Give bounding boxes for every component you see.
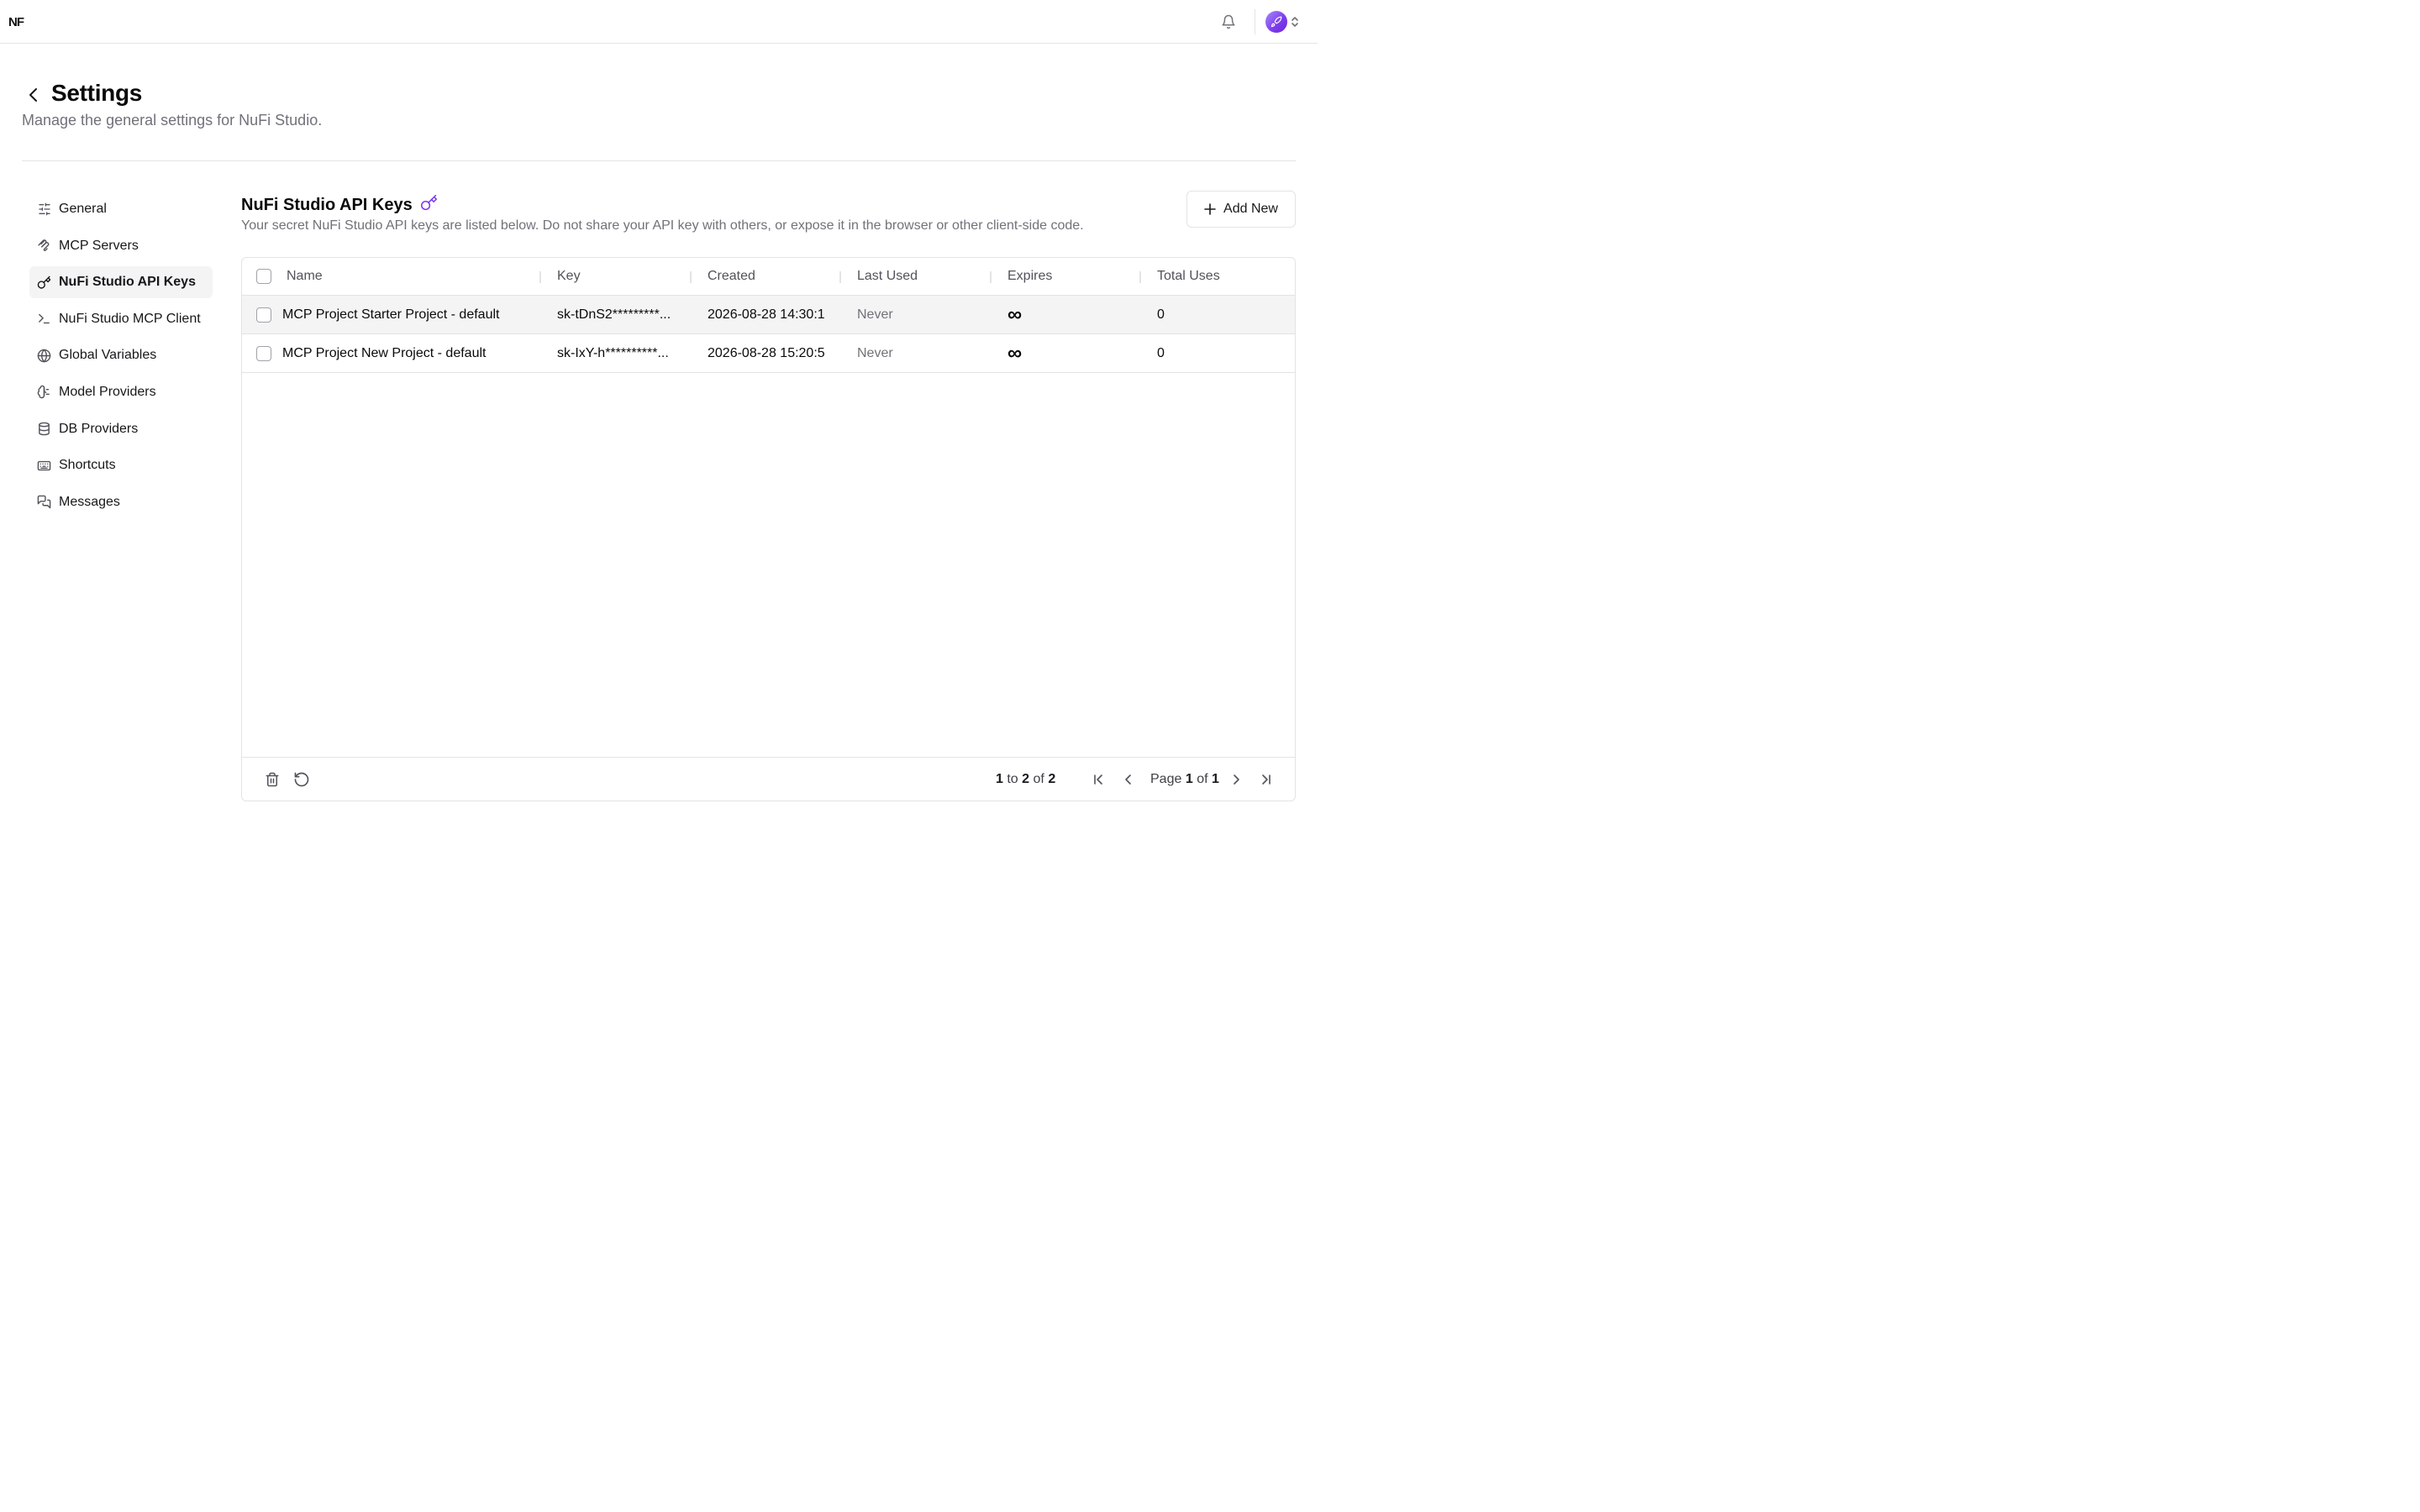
column-resize-handle[interactable] (1139, 271, 1141, 283)
refresh-icon[interactable] (292, 769, 312, 790)
sidebar-item-label: NuFi Studio API Keys (59, 275, 196, 290)
key-expires: ∞ (1007, 341, 1023, 365)
sidebar-item-db-providers[interactable]: DB Providers (29, 413, 213, 445)
column-resize-handle[interactable] (690, 271, 692, 283)
range-of-word: of (1033, 772, 1044, 786)
sidebar-item-messages[interactable]: Messages (29, 486, 213, 518)
sidebar-item-label: General (59, 202, 107, 216)
column-header-total-uses[interactable]: Total Uses (1157, 258, 1220, 295)
avatar (1265, 11, 1287, 33)
database-icon (37, 422, 51, 436)
previous-page-icon[interactable] (1118, 769, 1139, 790)
select-all-cell (256, 258, 271, 295)
sidebar-item-general[interactable]: General (29, 193, 213, 225)
brain-icon (37, 385, 51, 399)
row-checkbox[interactable] (256, 307, 271, 323)
sidebar-item-label: DB Providers (59, 421, 139, 436)
section-description: Your secret NuFi Studio API keys are lis… (241, 218, 1084, 233)
key-expires: ∞ (1007, 302, 1023, 326)
key-last-used: Never (857, 345, 893, 360)
settings-sidebar: General MCP Servers NuFi Studio API Keys… (29, 193, 213, 522)
page-current: 1 (1185, 772, 1193, 786)
column-header-last-used[interactable]: Last Used (857, 258, 918, 295)
range-to: 2 (1022, 772, 1030, 786)
last-page-icon[interactable] (1255, 769, 1276, 790)
sidebar-item-api-keys[interactable]: NuFi Studio API Keys (29, 266, 213, 299)
key-value: sk-IxY-h**********... (557, 345, 669, 360)
header-divider (22, 160, 1296, 161)
page-of-word: of (1197, 772, 1208, 786)
key-value: sk-tDnS2*********... (557, 307, 671, 322)
column-resize-handle[interactable] (839, 271, 841, 283)
trash-icon[interactable] (262, 769, 282, 790)
sidebar-item-label: NuFi Studio MCP Client (59, 311, 201, 326)
add-new-label: Add New (1223, 202, 1278, 216)
sidebar-item-label: Global Variables (59, 348, 157, 363)
sidebar-item-mcp-client[interactable]: NuFi Studio MCP Client (29, 303, 213, 335)
key-icon (37, 276, 51, 290)
keyboard-icon (37, 459, 51, 473)
column-header-created[interactable]: Created (708, 258, 755, 295)
sidebar-item-label: MCP Servers (59, 238, 139, 253)
first-page-icon[interactable] (1089, 769, 1109, 790)
page-title: Settings (51, 80, 143, 106)
back-button[interactable] (24, 84, 44, 106)
sidebar-item-label: Model Providers (59, 384, 156, 399)
user-menu[interactable] (1265, 10, 1307, 34)
table-row[interactable]: MCP Project Starter Project - default sk… (242, 296, 1295, 334)
mcp-icon (37, 239, 51, 253)
plus-icon (1204, 203, 1216, 215)
top-bar: NF (0, 0, 1318, 44)
select-all-checkbox[interactable] (256, 269, 271, 284)
chevrons-up-down-icon (1292, 17, 1298, 27)
sidebar-item-global-variables[interactable]: Global Variables (29, 339, 213, 371)
column-resize-handle[interactable] (539, 271, 541, 283)
column-header-key[interactable]: Key (557, 258, 581, 295)
row-select-cell (256, 296, 271, 333)
range-from: 1 (996, 772, 1003, 786)
page-word: Page (1150, 772, 1182, 786)
messages-icon (37, 495, 51, 509)
key-icon (420, 194, 438, 217)
chevron-left-icon (29, 88, 37, 102)
key-total-uses: 0 (1157, 307, 1165, 322)
key-total-uses: 0 (1157, 345, 1165, 360)
table-header: Name Key Created Last Used Expires Total… (242, 258, 1295, 296)
page-total: 1 (1211, 772, 1219, 786)
api-keys-table: Name Key Created Last Used Expires Total… (241, 257, 1296, 801)
sidebar-item-mcp-servers[interactable]: MCP Servers (29, 230, 213, 262)
page-subtitle: Manage the general settings for NuFi Stu… (22, 112, 323, 129)
key-created: 2026-08-28 14:30:1 (708, 307, 825, 322)
bell-icon[interactable] (1218, 12, 1239, 32)
sidebar-item-label: Shortcuts (59, 458, 116, 473)
globe-icon (37, 349, 51, 363)
table-row[interactable]: MCP Project New Project - default sk-IxY… (242, 334, 1295, 373)
range-total: 2 (1048, 772, 1056, 786)
pagination-range: 1 to 2 of 2 (996, 772, 1055, 787)
key-name: MCP Project Starter Project - default (282, 307, 500, 322)
column-header-expires[interactable]: Expires (1007, 258, 1052, 295)
app-logo[interactable]: NF (8, 15, 24, 29)
range-to-word: to (1007, 772, 1018, 786)
pagination-page: Page 1 of 1 (1150, 772, 1219, 787)
key-created: 2026-08-28 15:20:5 (708, 345, 825, 360)
section-title: NuFi Studio API Keys (241, 196, 413, 214)
key-last-used: Never (857, 307, 893, 322)
column-resize-handle[interactable] (990, 271, 992, 283)
terminal-icon (37, 312, 51, 326)
table-footer: 1 to 2 of 2 Page 1 of 1 (242, 757, 1295, 801)
rocket-avatar-icon (1270, 16, 1282, 28)
next-page-icon[interactable] (1226, 769, 1246, 790)
row-checkbox[interactable] (256, 345, 271, 361)
row-select-cell (256, 334, 271, 372)
sidebar-item-shortcuts[interactable]: Shortcuts (29, 449, 213, 481)
sliders-icon (37, 202, 51, 217)
section-title-wrap: NuFi Studio API Keys (241, 194, 438, 217)
sidebar-item-model-providers[interactable]: Model Providers (29, 376, 213, 408)
column-header-name[interactable]: Name (287, 258, 323, 295)
sidebar-item-label: Messages (59, 494, 120, 509)
key-name: MCP Project New Project - default (282, 345, 487, 360)
add-new-button[interactable]: Add New (1186, 191, 1296, 228)
